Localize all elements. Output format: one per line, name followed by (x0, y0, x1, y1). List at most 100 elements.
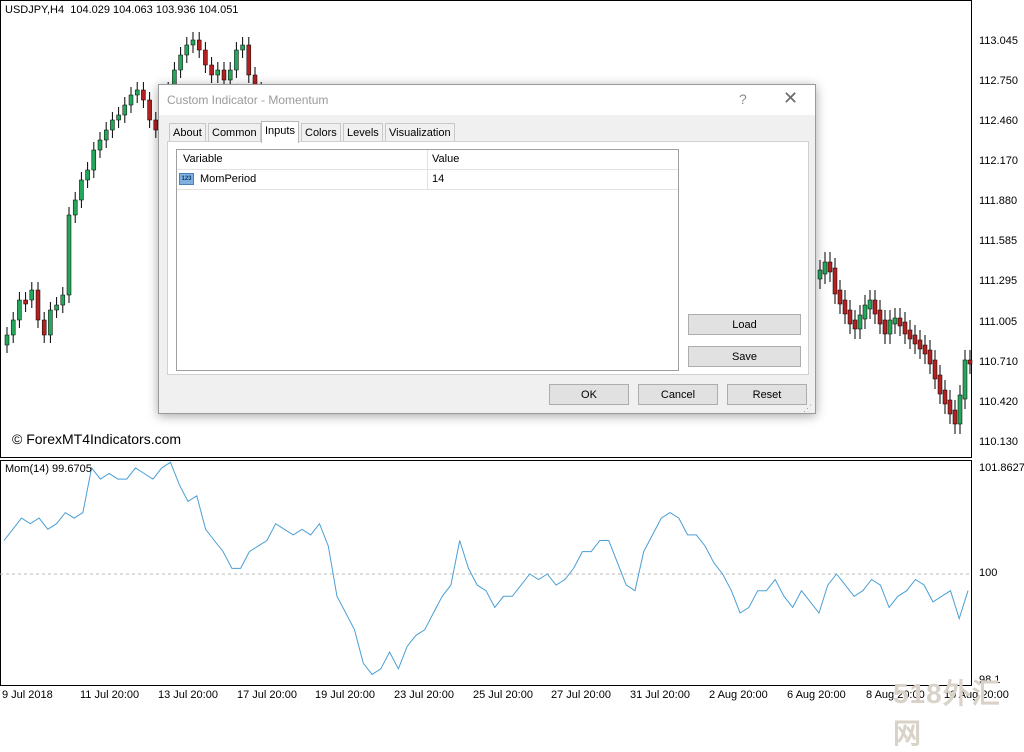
candle (196, 39, 202, 51)
candle (23, 299, 28, 305)
resize-grip-icon[interactable]: ⋰ (803, 403, 812, 414)
time-label: 17 Jul 20:00 (237, 689, 297, 701)
candle (937, 374, 943, 395)
time-label: 9 Jul 2018 (2, 689, 53, 701)
candle (240, 44, 245, 51)
price-label: 110.130 (979, 436, 1018, 448)
reset-button[interactable]: Reset (727, 384, 807, 405)
price-label: 112.750 (979, 75, 1018, 87)
custom-indicator-dialog: Custom Indicator - Momentum ? ✕ About Co… (158, 84, 816, 414)
time-label: 27 Jul 20:00 (551, 689, 611, 701)
price-label: 112.460 (979, 115, 1018, 127)
candle (832, 267, 838, 295)
variable-name-momperiod: MomPeriod (200, 173, 257, 185)
price-scale[interactable]: 113.045 112.750 112.460 112.170 111.880 … (972, 0, 1024, 458)
candle (103, 129, 109, 141)
price-label: 110.420 (979, 396, 1018, 408)
ok-button[interactable]: OK (549, 384, 629, 405)
candle (246, 44, 252, 76)
candle (887, 319, 893, 335)
column-header-value[interactable]: Value (432, 153, 459, 165)
candle (227, 69, 233, 81)
candle (116, 114, 121, 121)
candle (897, 317, 903, 327)
price-label: 113.045 (979, 35, 1018, 47)
candle (128, 94, 134, 106)
load-button[interactable]: Load (688, 314, 801, 335)
candle (29, 289, 35, 301)
candle (209, 64, 214, 76)
value-field-momperiod[interactable]: 14 (432, 173, 444, 185)
candle (857, 314, 863, 330)
cancel-button[interactable]: Cancel (638, 384, 718, 405)
help-icon[interactable]: ? (739, 91, 747, 107)
candle (110, 119, 115, 131)
time-label: 23 Jul 20:00 (394, 689, 454, 701)
candle (72, 199, 78, 216)
price-label: 111.585 (979, 235, 1018, 247)
time-label: 13 Jul 20:00 (158, 689, 218, 701)
candle (882, 319, 888, 335)
candle (907, 329, 913, 340)
save-button[interactable]: Save (688, 346, 801, 367)
candle (4, 334, 10, 346)
price-label: 111.295 (979, 275, 1018, 287)
candle (827, 261, 833, 273)
chart-header: USDJPY,H4 104.029 104.063 103.936 104.05… (5, 4, 239, 16)
candle (10, 319, 16, 336)
candle (892, 317, 898, 325)
indicator-header: Mom(14) 99.6705 (5, 463, 92, 475)
candle (902, 321, 908, 335)
candle (847, 309, 853, 325)
candle (234, 49, 239, 71)
momentum-chart (0, 461, 972, 676)
candle (48, 309, 53, 336)
time-label: 11 Jul 20:00 (80, 689, 140, 701)
integer-type-icon: 123 (179, 173, 194, 185)
candle (947, 399, 953, 415)
column-header-variable[interactable]: Variable (183, 153, 223, 165)
indicator-scale[interactable]: 101.8627 100 98.1 (972, 460, 1024, 686)
candle (952, 409, 958, 425)
candle (35, 289, 41, 321)
tab-colors[interactable]: Colors (301, 123, 341, 141)
candle (837, 289, 843, 305)
tab-visualization[interactable]: Visualization (385, 123, 455, 141)
candle (912, 334, 918, 345)
time-label: 19 Jul 20:00 (315, 689, 375, 701)
candle (41, 319, 47, 336)
candle (60, 294, 66, 306)
price-label: 111.880 (979, 195, 1018, 207)
candle (85, 169, 90, 181)
candle (922, 344, 928, 355)
candle (822, 261, 828, 275)
candle (927, 349, 933, 365)
tab-inputs[interactable]: Inputs (261, 121, 299, 143)
candle (203, 49, 208, 66)
candle (817, 269, 823, 280)
candle (215, 69, 221, 76)
candle (147, 99, 152, 121)
tab-common[interactable]: Common (208, 123, 261, 141)
copyright-text: © ForexMT4Indicators.com (12, 431, 182, 447)
time-label: 6 Aug 20:00 (787, 689, 846, 701)
candle (122, 104, 128, 116)
price-label: 110.710 (979, 356, 1018, 368)
tab-levels[interactable]: Levels (343, 123, 383, 141)
close-icon[interactable]: ✕ (783, 88, 798, 109)
price-label: 111.005 (979, 316, 1018, 328)
candle (17, 299, 22, 321)
candle (962, 359, 968, 400)
candle (877, 309, 883, 325)
candle (97, 139, 103, 151)
candle (134, 89, 140, 96)
candle (872, 299, 878, 315)
candle (862, 304, 868, 320)
candle (932, 359, 938, 380)
candle (221, 69, 227, 81)
candle (91, 149, 97, 171)
candle (852, 319, 858, 330)
time-label: 2 Aug 20:00 (709, 689, 768, 701)
tab-about[interactable]: About (169, 123, 206, 141)
indicator-max-label: 101.8627 (979, 462, 1024, 474)
